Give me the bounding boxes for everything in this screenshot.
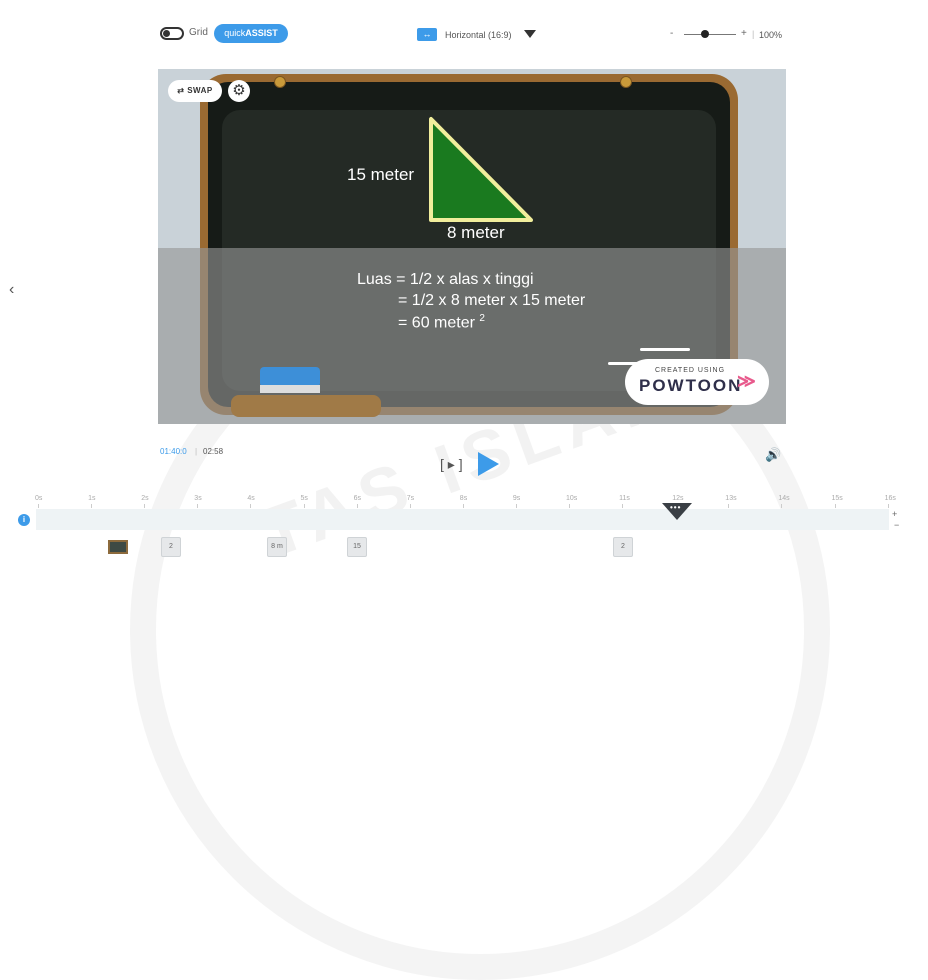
ruler-tick-label: 15s (831, 495, 843, 502)
powtoon-logo: POWTOON (639, 376, 743, 395)
eraser-felt (260, 385, 320, 393)
ruler-tick (38, 504, 39, 508)
ruler-tick-label: 3s (194, 495, 202, 502)
zoom-slider-track[interactable] (684, 34, 736, 35)
caret-down-icon[interactable] (524, 30, 536, 38)
ruler-tick (303, 504, 305, 508)
timeline-zoom-in-button[interactable]: + (892, 509, 897, 519)
ruler-tick (887, 504, 889, 508)
zoom-separator: | (752, 29, 755, 39)
volume-icon[interactable]: 🔊 (765, 447, 781, 463)
gear-icon[interactable]: ⚙ (228, 80, 250, 102)
ruler-tick-label: 7s (406, 495, 415, 502)
chevron-left-icon[interactable]: ‹ (9, 281, 14, 299)
ruler-tick-label: 10s (566, 495, 578, 502)
ruler-tick (622, 504, 624, 508)
ruler-tick-label: 14s (778, 495, 790, 502)
timeline-item-text[interactable]: 15 (347, 537, 367, 557)
timeline-item-text[interactable]: 2 (613, 537, 633, 557)
ruler-tick-label: 5s (300, 495, 308, 502)
ruler-tick (91, 504, 93, 508)
info-icon[interactable]: i (18, 514, 30, 526)
total-time: 02:58 (203, 447, 224, 456)
ruler-tick (409, 504, 411, 508)
aspect-ratio-icon[interactable]: ↔ (417, 28, 437, 41)
aspect-ratio-label[interactable]: Horizontal (16:9) (445, 30, 512, 40)
badge-caption: CREATED USING (655, 367, 726, 374)
timeline-item-text[interactable]: 2 (161, 537, 181, 557)
formula-line-1[interactable]: Luas = 1/2 x alas x tinggi (357, 271, 534, 289)
grid-label: Grid (189, 27, 208, 38)
ruler-tick (144, 504, 146, 508)
ruler-tick (834, 504, 836, 508)
grid-toggle[interactable] (160, 27, 184, 40)
timeline-item-text[interactable]: 8 m (267, 537, 287, 557)
timeline-item-chalkboard[interactable] (108, 540, 128, 554)
zoom-out-button[interactable]: - (670, 28, 673, 39)
label-height[interactable]: 15 meter (347, 165, 414, 185)
ruler-tick-label: 16s (884, 495, 896, 502)
ruler-tick (728, 504, 730, 508)
chalk-ledge (231, 395, 381, 417)
ruler-tick-label: 8s (459, 495, 468, 502)
ruler-tick-label: 0s (35, 495, 43, 502)
ruler-tick-label: 13s (725, 495, 737, 502)
timeline-zoom-out-button[interactable]: − (894, 520, 899, 530)
play-scene-button[interactable]: [ ▸ ] (440, 456, 463, 473)
ruler-tick-label: 11s (619, 495, 630, 502)
time-separator: | (195, 447, 198, 456)
canvas-stage[interactable]: 15 meter 8 meter Luas = 1/2 x alas x tin… (158, 69, 786, 424)
formula-exponent: 2 (479, 313, 485, 324)
formula-line-3[interactable]: = 60 meter 2 (398, 313, 485, 332)
zoom-slider-handle[interactable] (700, 30, 709, 38)
ruler-tick-label: 9s (512, 495, 521, 502)
swap-icon: ⇄ (177, 86, 185, 95)
ruler-tick (197, 504, 199, 508)
timeline-track[interactable] (36, 509, 889, 530)
ruler-tick (356, 504, 358, 508)
ruler-tick-label: 4s (247, 495, 255, 502)
eraser-icon (260, 367, 320, 387)
swap-button[interactable]: ⇄ SWAP (168, 80, 222, 102)
label-base[interactable]: 8 meter (447, 223, 505, 243)
current-time: 01:40:0 (160, 447, 187, 456)
ruler-tick-label: 6s (353, 495, 361, 502)
ruler-tick (781, 504, 783, 508)
ruler-tick (250, 504, 252, 508)
ruler-tick-label: 12s (672, 495, 684, 502)
zoom-value: 100% (759, 30, 783, 40)
speed-line (640, 348, 690, 351)
ruler-tick (569, 504, 570, 508)
ruler-tick (462, 504, 464, 508)
quick-assist-button[interactable]: quickASSIST (214, 24, 288, 43)
toggle-knob (163, 30, 170, 37)
more-icon[interactable]: ••• (670, 503, 681, 512)
powtoon-badge: CREATED USING POWTOON ≫ (625, 359, 769, 405)
ruler-tick-label: 1s (88, 495, 96, 502)
ruler-tick-label: 2s (141, 495, 149, 502)
play-icon[interactable] (478, 452, 499, 476)
formula-line-2[interactable]: = 1/2 x 8 meter x 15 meter (398, 292, 585, 310)
powtoon-mark-icon: ≫ (737, 371, 756, 391)
ruler-tick (515, 504, 517, 508)
triangle-polygon (429, 117, 533, 222)
zoom-in-button[interactable]: + (741, 28, 747, 39)
